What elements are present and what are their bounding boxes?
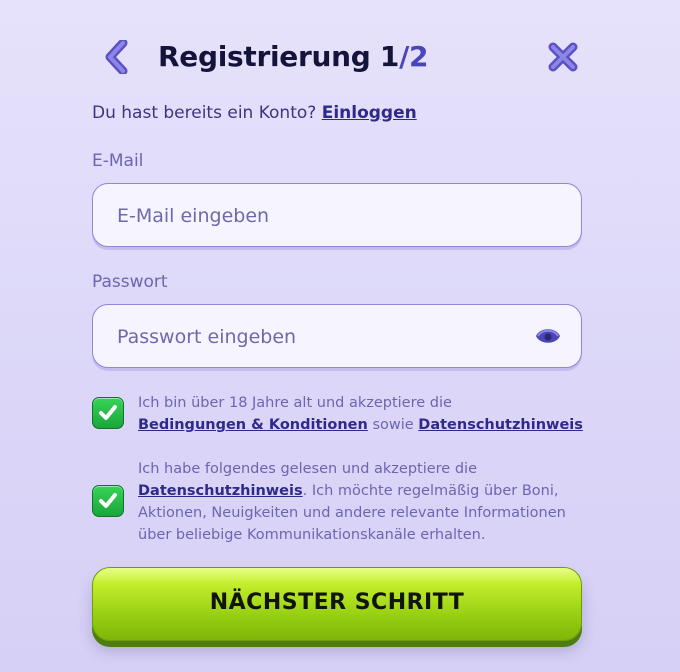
title-separator: / <box>399 40 410 73</box>
privacy-notice-link-2[interactable]: Datenschutzhinweis <box>138 483 303 499</box>
login-prompt: Du hast bereits ein Konto? Einloggen <box>92 103 417 123</box>
age-terms-text-middle: sowie <box>372 417 414 433</box>
marketing-text-before: Ich habe folgendes gelesen und akzeptier… <box>138 461 477 477</box>
password-field-container <box>92 304 582 369</box>
eye-icon <box>536 329 560 343</box>
page-title: Registrierung 1/2 <box>158 40 429 73</box>
back-button[interactable] <box>104 38 130 76</box>
login-prompt-text: Du hast bereits ein Konto? <box>92 103 317 123</box>
title-total: 2 <box>409 40 429 73</box>
age-terms-text-before: Ich bin über 18 Jahre alt und akzeptiere… <box>138 395 452 411</box>
email-input[interactable] <box>115 184 519 248</box>
password-label: Passwort <box>92 272 168 292</box>
password-input[interactable] <box>115 305 519 369</box>
close-button[interactable] <box>548 42 578 72</box>
checkmark-icon <box>99 405 117 420</box>
header: Registrierung 1/2 <box>92 30 584 86</box>
email-field-container <box>92 183 582 248</box>
terms-conditions-link[interactable]: Bedingungen & Konditionen <box>138 417 368 433</box>
close-icon <box>548 42 578 72</box>
marketing-text: Ich habe folgendes gelesen und akzeptier… <box>138 458 584 546</box>
age-terms-text: Ich bin über 18 Jahre alt und akzeptiere… <box>138 392 584 436</box>
age-terms-checkbox[interactable] <box>92 397 124 429</box>
next-step-label: NÄCHSTER SCHRITT <box>209 590 465 615</box>
login-link[interactable]: Einloggen <box>322 103 417 123</box>
privacy-notice-link[interactable]: Datenschutzhinweis <box>418 417 583 433</box>
checkmark-icon <box>99 493 117 508</box>
next-step-button[interactable]: NÄCHSTER SCHRITT <box>92 567 582 641</box>
chevron-left-icon <box>105 38 128 76</box>
title-step: Registrierung 1 <box>158 40 400 73</box>
marketing-checkbox[interactable] <box>92 485 124 517</box>
email-label: E-Mail <box>92 151 144 171</box>
toggle-password-visibility-button[interactable] <box>535 325 561 347</box>
